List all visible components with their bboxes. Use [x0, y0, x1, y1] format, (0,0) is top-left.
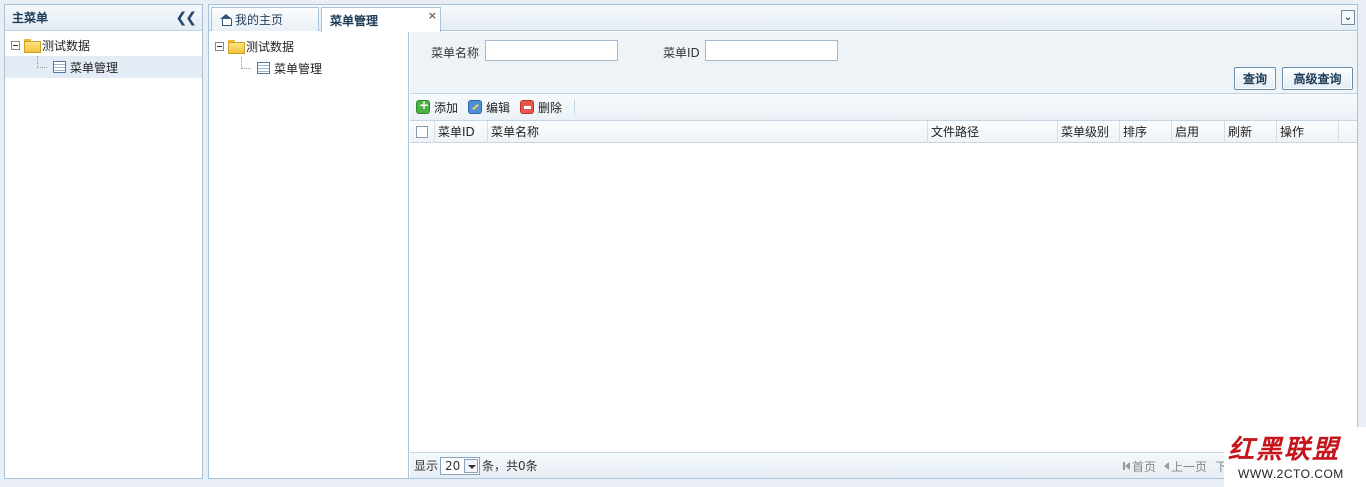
folder-icon: [228, 40, 245, 54]
folder-icon: [24, 39, 41, 53]
column-header[interactable]: 菜单级别: [1058, 120, 1120, 143]
grid-header: 菜单ID 菜单名称 文件路径 菜单级别 排序 启用 刷新 操作: [410, 120, 1357, 143]
tree-connector: [37, 56, 47, 68]
show-label: 显示: [414, 459, 439, 473]
column-header[interactable]: 启用: [1172, 120, 1225, 143]
prev-page-icon: [1163, 462, 1169, 470]
home-icon: [220, 14, 232, 26]
edit-label: 编辑: [486, 100, 511, 115]
main-menu-title: 主菜单: [12, 11, 49, 25]
pagination-bar: 显示 20 条，共0条 首页 上一页 下: [410, 452, 1357, 478]
query-button[interactable]: 查询: [1234, 67, 1276, 90]
column-header[interactable]: 文件路径: [928, 120, 1058, 143]
menu-tree-panel: 测试数据 菜单管理: [209, 32, 409, 478]
double-chevron-left-icon[interactable]: ❮❮: [176, 10, 198, 26]
menu-name-label: 菜单名称: [431, 46, 480, 60]
page-size-value: 20: [445, 458, 461, 473]
edit-icon: [468, 100, 483, 114]
page-navigation: 首页 上一页 下: [1115, 453, 1227, 479]
watermark-title: 红黑联盟: [1228, 435, 1341, 465]
tree-connector: [241, 57, 251, 69]
menu-id-label: 菜单ID: [663, 46, 700, 60]
search-form: 菜单名称 菜单ID 查询 高级查询: [410, 32, 1357, 94]
record-summary: 条，共0条: [482, 459, 538, 473]
first-page-label: 首页: [1131, 459, 1156, 474]
watermark-url: WWW.2CTO.COM: [1238, 467, 1344, 481]
prev-page-label: 上一页: [1170, 459, 1207, 474]
tabs-container: 我的主页 菜单管理 × ⌄ 测试数据 菜单管理 菜单名称 菜单ID 查询 高级查…: [208, 4, 1358, 479]
tab-home[interactable]: 我的主页: [211, 7, 319, 31]
grid-file-icon: [53, 61, 66, 73]
tab-label: 菜单管理: [330, 13, 379, 28]
delete-label: 删除: [538, 100, 563, 115]
collapse-toggle-icon[interactable]: [11, 40, 20, 50]
chevron-down-icon[interactable]: [464, 458, 479, 473]
add-icon: [416, 98, 430, 114]
tree-node-test-data[interactable]: 测试数据: [209, 35, 408, 57]
grid-toolbar: 添加 编辑 删除: [410, 94, 1357, 121]
prev-page-button[interactable]: 上一页: [1163, 458, 1207, 475]
menu-name-input[interactable]: [485, 40, 618, 61]
double-chevron-down-icon[interactable]: ⌄: [1341, 10, 1355, 25]
delete-icon: [520, 100, 535, 114]
main-menu-panel: 主菜单 ❮❮ 测试数据 菜单管理: [4, 4, 203, 479]
column-header[interactable]: 操作: [1277, 120, 1339, 143]
tab-label: 我的主页: [235, 13, 284, 27]
menu-tree: 测试数据 菜单管理: [209, 32, 408, 79]
main-menu-header: 主菜单 ❮❮: [5, 5, 202, 31]
delete-button[interactable]: 删除: [520, 99, 562, 116]
toolbar-divider: [574, 99, 576, 115]
collapse-toggle-icon[interactable]: [215, 41, 224, 51]
watermark-logo: 红黑联盟 WWW.2CTO.COM: [1224, 427, 1366, 487]
tree-node-label: 菜单管理: [70, 60, 119, 75]
column-header[interactable]: 排序: [1120, 120, 1172, 143]
first-page-arrow-icon: [1124, 462, 1130, 470]
tree-node-menu-management[interactable]: 菜单管理: [209, 57, 408, 79]
tab-menu-management[interactable]: 菜单管理 ×: [321, 7, 441, 32]
page-size-select[interactable]: 20: [440, 456, 481, 475]
tree-node-menu-management[interactable]: 菜单管理: [5, 56, 202, 78]
column-header[interactable]: 刷新: [1225, 120, 1277, 143]
close-icon[interactable]: ×: [428, 9, 437, 22]
grid-file-icon: [257, 62, 270, 74]
tree-node-label: 测试数据: [42, 38, 91, 53]
column-header[interactable]: 菜单ID: [435, 120, 488, 143]
select-all-checkbox[interactable]: [416, 125, 428, 138]
menu-id-input[interactable]: [705, 40, 838, 61]
select-all-column: [410, 120, 435, 143]
add-button[interactable]: 添加: [416, 98, 459, 116]
advanced-query-button[interactable]: 高级查询: [1282, 67, 1353, 90]
tab-bar: 我的主页 菜单管理 × ⌄: [209, 5, 1357, 32]
first-page-button[interactable]: 首页: [1122, 458, 1156, 475]
main-menu-tree: 测试数据 菜单管理: [5, 31, 202, 78]
tree-node-label: 菜单管理: [274, 61, 323, 76]
edit-button[interactable]: 编辑: [468, 99, 510, 116]
add-label: 添加: [434, 100, 459, 115]
column-header[interactable]: 菜单名称: [488, 120, 928, 143]
tree-node-test-data[interactable]: 测试数据: [5, 34, 202, 56]
grid-body: [410, 143, 1357, 450]
tree-node-label: 测试数据: [246, 39, 295, 54]
menu-management-content: 菜单名称 菜单ID 查询 高级查询 添加 编辑 删除: [410, 32, 1357, 478]
